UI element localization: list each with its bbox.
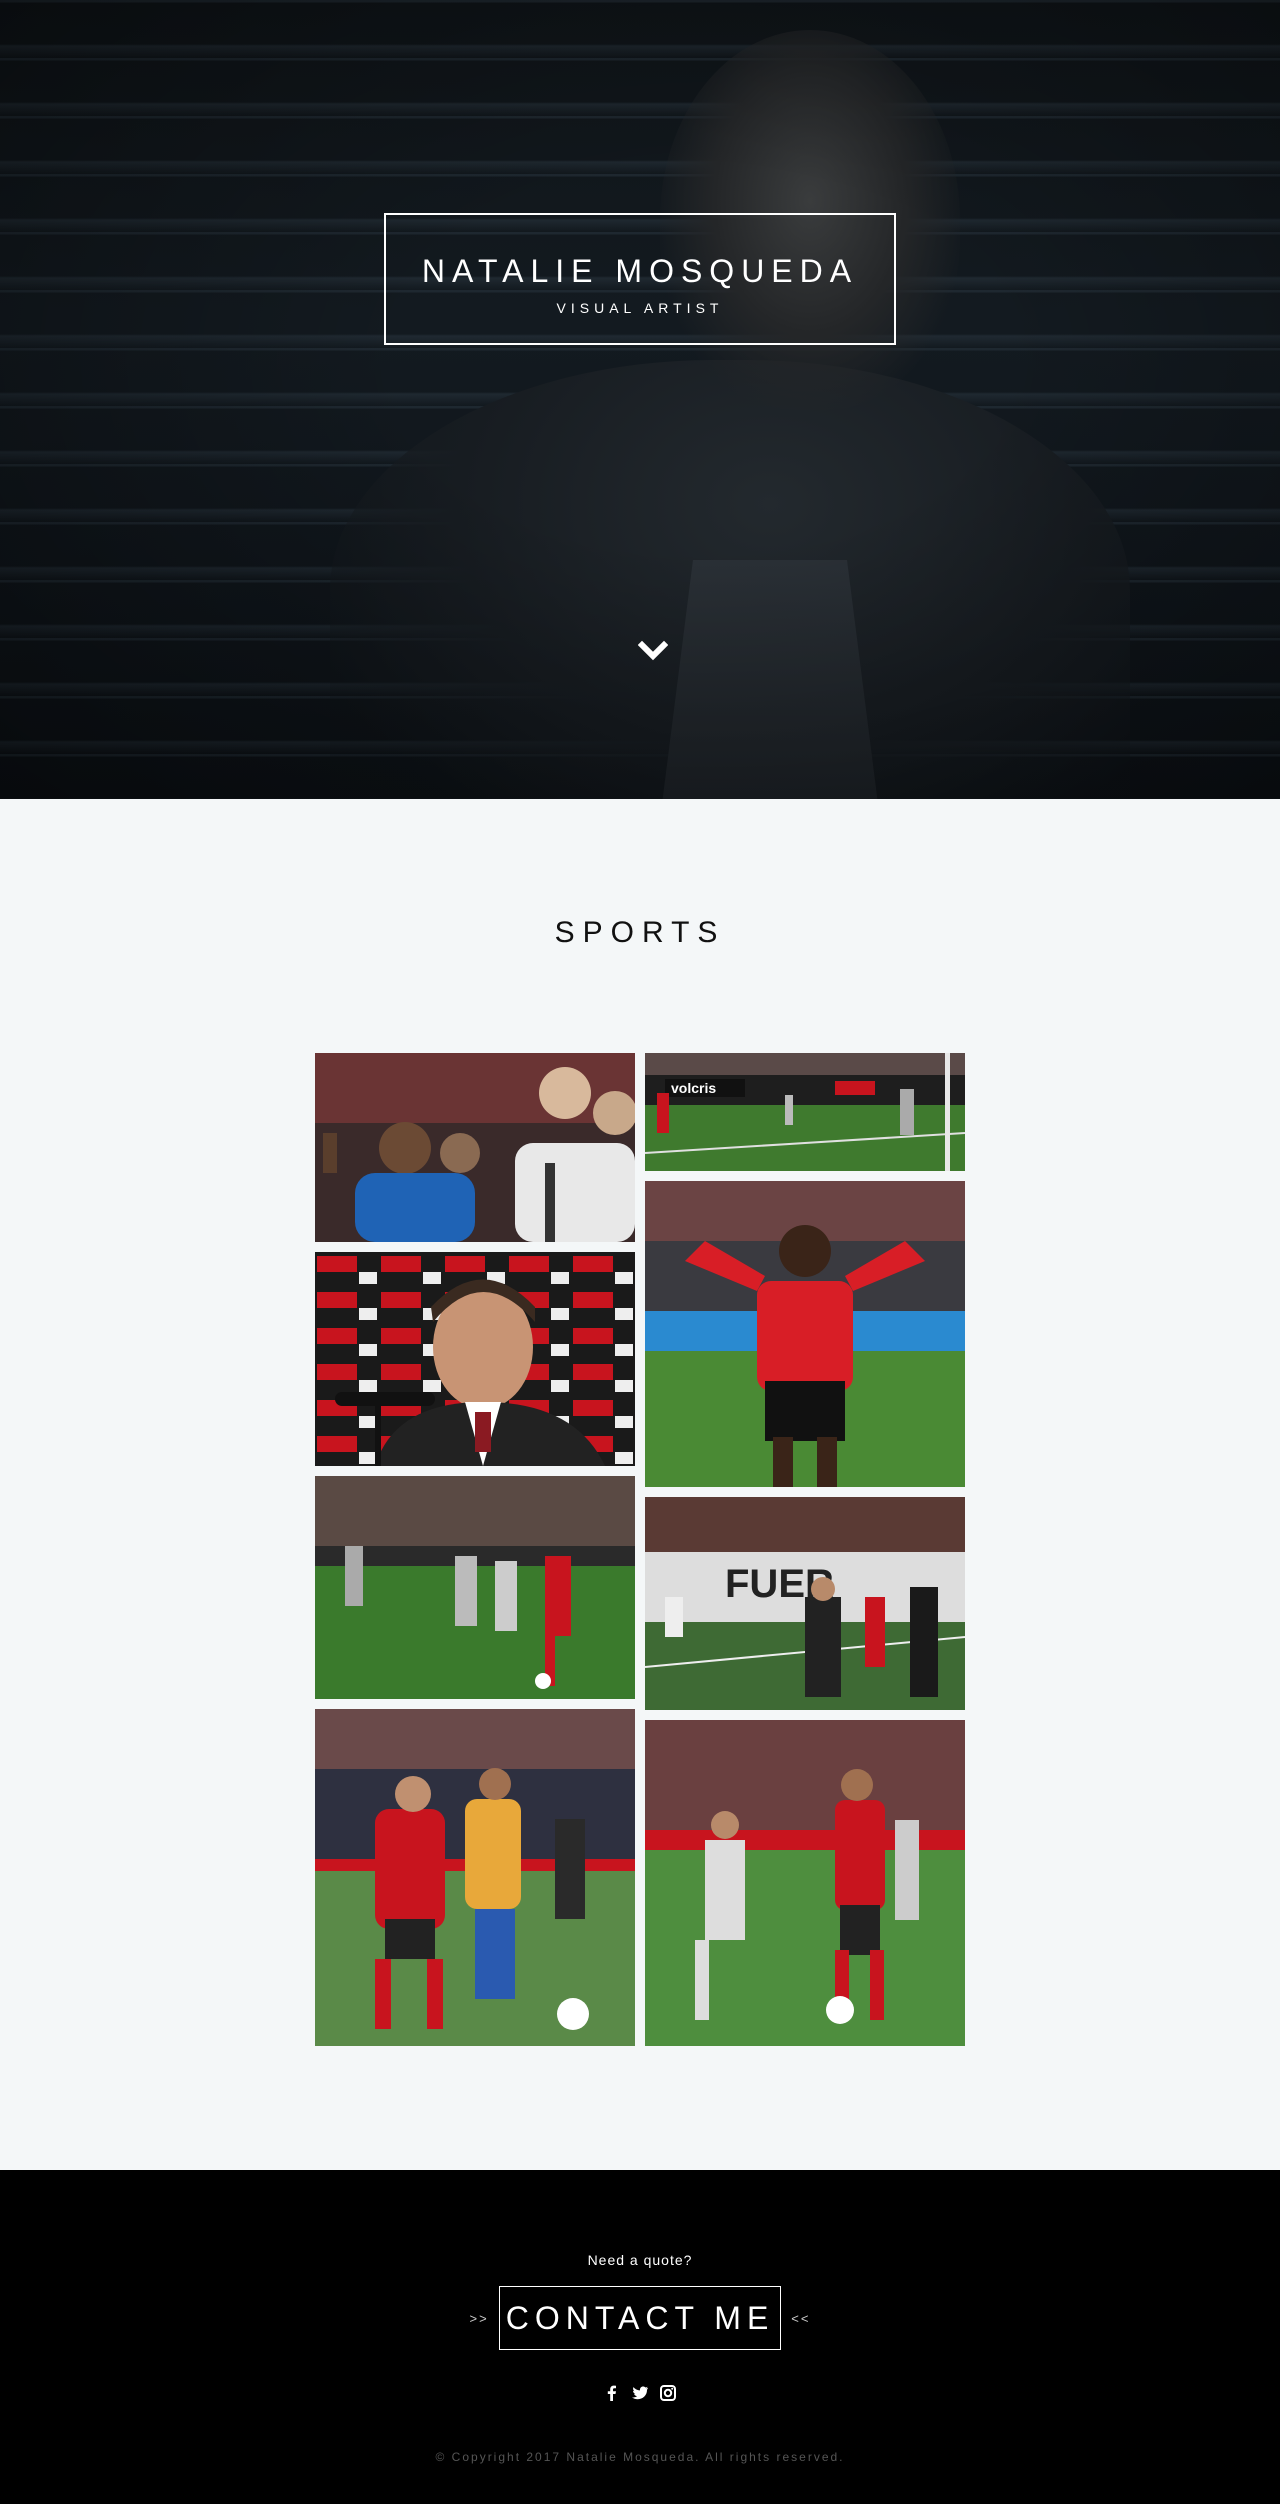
gallery-photo-8[interactable]	[645, 1720, 965, 2046]
instagram-icon[interactable]	[659, 2384, 677, 2402]
contact-row: >> CONTACT ME <<	[0, 2286, 1280, 2350]
gallery-photo-2[interactable]: volcris	[645, 1053, 965, 1171]
hero-title-box: NATALIE MOSQUEDA VISUAL ARTIST	[384, 213, 896, 345]
gallery-photo-5[interactable]	[315, 1476, 635, 1699]
gallery-photo-7[interactable]	[315, 1709, 635, 2046]
gallery-photo-4[interactable]	[645, 1181, 965, 1487]
hero-vignette	[0, 0, 1280, 799]
facebook-icon[interactable]	[603, 2384, 621, 2402]
arrows-left: >>	[469, 2310, 489, 2326]
hero-section: NATALIE MOSQUEDA VISUAL ARTIST	[0, 0, 1280, 799]
twitter-icon[interactable]	[631, 2384, 649, 2402]
section-title: SPORTS	[554, 916, 726, 949]
chevron-down-icon[interactable]	[637, 636, 669, 666]
contact-me-button[interactable]: CONTACT ME	[498, 2286, 782, 2350]
artist-name: NATALIE MOSQUEDA	[421, 253, 859, 289]
arrows-right: <<	[791, 2310, 811, 2326]
artist-role: VISUAL ARTIST	[556, 300, 724, 316]
gallery-photo-3[interactable]	[315, 1252, 635, 1466]
gallery-photo-1[interactable]	[315, 1053, 635, 1242]
social-links	[0, 2384, 1280, 2402]
gallery-photo-6[interactable]: FUER	[645, 1497, 965, 1710]
quote-prompt: Need a quote?	[587, 2252, 693, 2268]
copyright-text: © Copyright 2017 Natalie Mosqueda. All r…	[435, 2450, 845, 2464]
svg-text:volcris: volcris	[671, 1080, 716, 1096]
footer: Need a quote? >> CONTACT ME << © Copyrig…	[0, 2170, 1280, 2504]
